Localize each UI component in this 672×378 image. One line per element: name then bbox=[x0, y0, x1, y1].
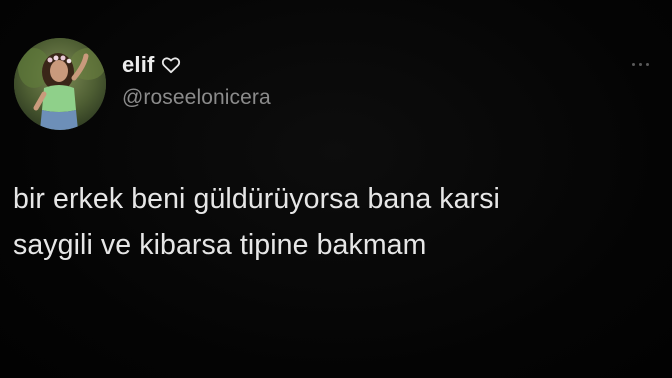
more-options-icon bbox=[645, 62, 649, 66]
author-display-name[interactable]: elif bbox=[122, 52, 155, 78]
avatar[interactable] bbox=[14, 38, 106, 130]
more-options-icon bbox=[631, 62, 635, 66]
heart-outline-icon bbox=[161, 56, 181, 74]
author-handle[interactable]: @roseelonicera bbox=[122, 86, 271, 110]
author-name-row[interactable]: elif bbox=[122, 50, 181, 80]
more-options-button[interactable] bbox=[624, 56, 656, 72]
tweet-text-line: saygili ve kibarsa tipine bakmam bbox=[13, 229, 427, 261]
avatar-photo bbox=[14, 38, 106, 130]
tweet-card: elif @roseelonicera bir erkek beni güldü… bbox=[0, 0, 672, 378]
more-options-icon bbox=[638, 62, 642, 66]
tweet-text-line: bir erkek beni güldürüyorsa bana karsi bbox=[13, 183, 500, 215]
tweet-text: bir erkek beni güldürüyorsa bana karsi s… bbox=[13, 176, 663, 268]
